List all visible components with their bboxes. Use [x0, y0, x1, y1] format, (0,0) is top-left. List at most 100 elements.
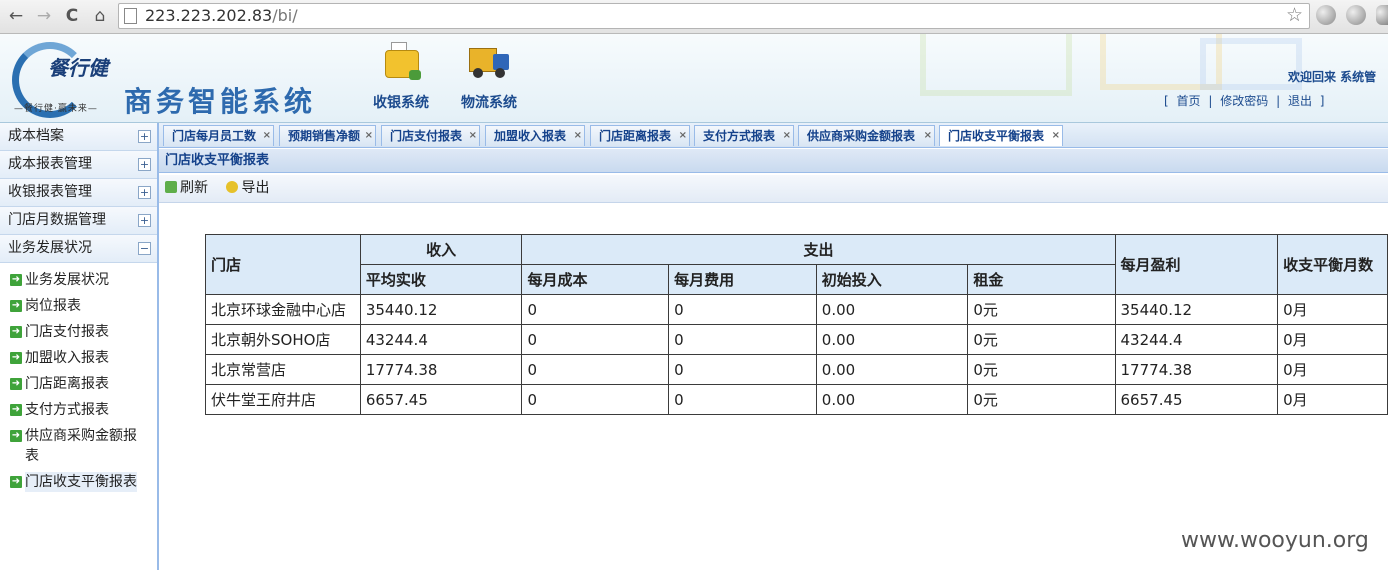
- table-cell: 0元: [967, 324, 1116, 355]
- module-logistics[interactable]: 物流系统: [449, 40, 529, 112]
- back-arrow-icon[interactable]: ←: [4, 4, 28, 28]
- export-button[interactable]: 导出: [226, 175, 269, 202]
- tab-label: 供应商采购金额报表: [807, 129, 916, 143]
- bracket: [: [1164, 94, 1169, 108]
- tab[interactable]: 加盟收入报表 ×: [485, 125, 585, 146]
- top-links: [ 首页 | 修改密码 | 退出 ]: [1162, 92, 1326, 109]
- table-cell: 0: [668, 294, 817, 325]
- welcome-text: 欢迎回来 系统管: [1288, 70, 1377, 84]
- close-icon[interactable]: ×: [574, 125, 582, 146]
- close-icon[interactable]: ×: [365, 125, 373, 146]
- truck-icon[interactable]: [467, 40, 511, 84]
- sidebar-item[interactable]: ➜ 门店距离报表: [0, 371, 157, 397]
- table-cell: 17774.38: [359, 354, 523, 385]
- tab[interactable]: 供应商采购金额报表 ×: [798, 125, 935, 146]
- close-icon[interactable]: ×: [263, 125, 271, 146]
- sidebar-item[interactable]: ➜ 门店支付报表: [0, 319, 157, 345]
- forward-arrow-icon[interactable]: →: [32, 4, 56, 28]
- sidebar-item[interactable]: ➜ 岗位报表: [0, 293, 157, 319]
- sidebar-section-cost-archive[interactable]: 成本档案 +: [0, 123, 157, 151]
- tab-label: 预期销售净额: [288, 129, 361, 143]
- table-cell: 0月: [1277, 324, 1388, 355]
- close-icon[interactable]: ×: [1052, 125, 1060, 146]
- collapse-icon[interactable]: −: [138, 242, 151, 255]
- arrow-right-icon: ➜: [10, 352, 22, 364]
- close-icon[interactable]: ×: [469, 125, 477, 146]
- arrow-right-icon: ➜: [10, 300, 22, 312]
- sidebar-item[interactable]: ➜ 业务发展状况: [0, 267, 157, 293]
- table-cell: 17774.38: [1114, 354, 1279, 385]
- sidebar-item[interactable]: ➜ 支付方式报表: [0, 397, 157, 423]
- table-cell: 0.00: [815, 294, 969, 325]
- tab[interactable]: 门店每月员工数 ×: [163, 125, 274, 146]
- expand-icon[interactable]: +: [138, 186, 151, 199]
- table-cell: 0.00: [815, 354, 969, 385]
- cash-register-icon[interactable]: [379, 40, 423, 84]
- table-cell: 0: [521, 294, 670, 325]
- tab-active[interactable]: 门店收支平衡报表 ×: [939, 125, 1063, 146]
- tab-label: 门店支付报表: [390, 129, 463, 143]
- table-cell: 0月: [1277, 354, 1388, 385]
- close-icon[interactable]: ×: [783, 125, 791, 146]
- table-cell: 0元: [967, 354, 1116, 385]
- sidebar-item-label: 支付方式报表: [25, 402, 109, 418]
- module-label[interactable]: 物流系统: [449, 92, 529, 112]
- reload-icon[interactable]: C: [60, 4, 84, 28]
- home-link[interactable]: 首页: [1177, 94, 1201, 108]
- arrow-right-icon: ➜: [10, 430, 22, 442]
- section-label: 业务发展状况: [8, 240, 92, 256]
- tab-label: 支付方式报表: [703, 129, 776, 143]
- header-break-even-months: 收支平衡月数: [1277, 234, 1388, 295]
- change-password-link[interactable]: 修改密码: [1220, 94, 1268, 108]
- refresh-icon: [165, 181, 177, 193]
- arrow-right-icon: ➜: [10, 378, 22, 390]
- arrow-right-icon: ➜: [10, 274, 22, 286]
- globe-icon[interactable]: [1346, 5, 1366, 25]
- sidebar-section-cost-reports[interactable]: 成本报表管理 +: [0, 151, 157, 179]
- expand-icon[interactable]: +: [138, 214, 151, 227]
- url-host: 223.223.202.83: [145, 6, 273, 25]
- module-cash-register[interactable]: 收银系统: [361, 40, 441, 112]
- table-cell: 伏牛堂王府井店: [205, 384, 361, 415]
- url-text[interactable]: 223.223.202.83/bi/: [145, 6, 298, 25]
- sidebar-section-store-monthly[interactable]: 门店月数据管理 +: [0, 207, 157, 235]
- table-cell: 北京朝外SOHO店: [205, 324, 361, 355]
- bookmark-star-icon[interactable]: ☆: [1286, 4, 1303, 26]
- tab[interactable]: 支付方式报表 ×: [694, 125, 794, 146]
- decoration: [1200, 38, 1302, 90]
- table-cell: 0.00: [815, 324, 969, 355]
- arrow-right-icon: ➜: [10, 326, 22, 338]
- tab-label: 加盟收入报表: [494, 129, 567, 143]
- table-cell: 0: [668, 384, 817, 415]
- refresh-button[interactable]: 刷新: [165, 175, 208, 202]
- extension-icon[interactable]: [1316, 5, 1336, 25]
- menu-icon[interactable]: [1376, 5, 1388, 25]
- header-expense: 支出: [521, 234, 1116, 265]
- expand-icon[interactable]: +: [138, 130, 151, 143]
- address-bar[interactable]: 223.223.202.83/bi/ ☆: [118, 3, 1310, 29]
- table-cell: 35440.12: [359, 294, 523, 325]
- sidebar-item[interactable]: ➜ 加盟收入报表: [0, 345, 157, 371]
- refresh-label: 刷新: [180, 180, 208, 196]
- tab[interactable]: 预期销售净额 ×: [279, 125, 376, 146]
- sidebar-item-active[interactable]: ➜ 门店收支平衡报表: [0, 469, 157, 495]
- tab[interactable]: 门店距离报表 ×: [590, 125, 690, 146]
- header-avg-income: 平均实收: [359, 264, 523, 295]
- sidebar-section-business-status[interactable]: 业务发展状况 −: [0, 235, 157, 263]
- table-cell: 35440.12: [1114, 294, 1279, 325]
- table-cell: 6657.45: [1114, 384, 1279, 415]
- close-icon[interactable]: ×: [679, 125, 687, 146]
- tab-label: 门店每月员工数: [172, 129, 257, 143]
- sidebar-section-cashier-reports[interactable]: 收银报表管理 +: [0, 179, 157, 207]
- table-cell: 0: [668, 324, 817, 355]
- decoration: [920, 34, 1072, 96]
- sidebar-item[interactable]: ➜ 供应商采购金额报表: [0, 423, 157, 469]
- module-label[interactable]: 收银系统: [361, 92, 441, 112]
- tab[interactable]: 门店支付报表 ×: [381, 125, 480, 146]
- logout-link[interactable]: 退出: [1288, 94, 1312, 108]
- home-icon[interactable]: ⌂: [88, 4, 112, 28]
- expand-icon[interactable]: +: [138, 158, 151, 171]
- close-icon[interactable]: ×: [924, 125, 932, 146]
- header-monthly-profit: 每月盈利: [1114, 234, 1279, 295]
- table-row: 北京常营店 17774.38 0 0 0.00 0元 17774.38 0月: [205, 354, 1388, 385]
